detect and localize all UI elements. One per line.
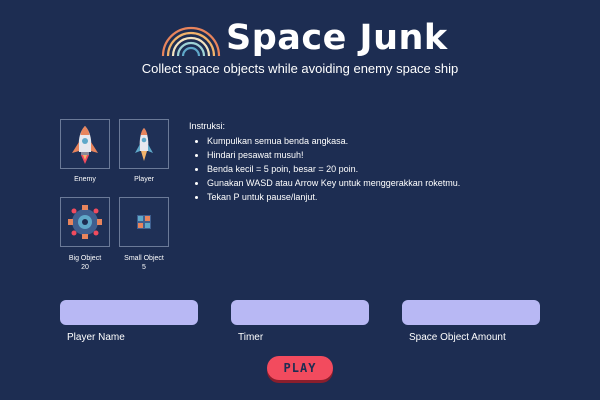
player-name-label: Player Name bbox=[67, 332, 125, 343]
timer-label: Timer bbox=[238, 332, 264, 343]
instructions-title: Instruksi: bbox=[189, 121, 226, 131]
small-object-tile bbox=[119, 197, 169, 247]
small-object-name: Small Object bbox=[124, 255, 164, 262]
header: Space Junk bbox=[0, 18, 600, 66]
big-object-label: Big Object 20 bbox=[57, 254, 113, 272]
player-label: Player bbox=[134, 176, 154, 183]
space-object-amount-input[interactable] bbox=[402, 300, 540, 325]
player-tile bbox=[119, 119, 169, 169]
enemy-label: Enemy bbox=[74, 176, 96, 183]
instruction-item: Hindari pesawat musuh! bbox=[207, 148, 589, 162]
rainbow-logo-icon bbox=[161, 26, 221, 56]
small-object-points: 5 bbox=[142, 264, 146, 271]
big-object-tile bbox=[60, 197, 110, 247]
game-title: Space Junk bbox=[226, 18, 448, 58]
enemy-tile bbox=[60, 119, 110, 169]
player-rocket-icon bbox=[135, 128, 153, 161]
space-object-amount-label: Space Object Amount bbox=[409, 332, 506, 343]
instructions-list: Kumpulkan semua benda angkasa. Hindari p… bbox=[189, 134, 589, 204]
instructions: Instruksi: Kumpulkan semua benda angkasa… bbox=[189, 119, 589, 204]
instruction-item: Benda kecil = 5 poin, besar = 20 poin. bbox=[207, 162, 589, 176]
instruction-item: Gunakan WASD atau Arrow Key untuk mengge… bbox=[207, 176, 589, 190]
small-object-icon bbox=[137, 215, 151, 229]
enemy-rocket-icon bbox=[72, 126, 98, 164]
play-button[interactable]: PLAY bbox=[267, 356, 333, 380]
timer-input[interactable] bbox=[231, 300, 369, 325]
instruction-item: Kumpulkan semua benda angkasa. bbox=[207, 134, 589, 148]
game-subtitle: Collect space objects while avoiding ene… bbox=[141, 61, 459, 76]
small-object-label: Small Object 5 bbox=[116, 254, 172, 272]
big-object-name: Big Object bbox=[68, 255, 102, 262]
player-name-input[interactable] bbox=[60, 300, 198, 325]
big-object-icon bbox=[68, 205, 102, 239]
big-object-points: 20 bbox=[81, 264, 89, 271]
instruction-item: Tekan P untuk pause/lanjut. bbox=[207, 190, 589, 204]
